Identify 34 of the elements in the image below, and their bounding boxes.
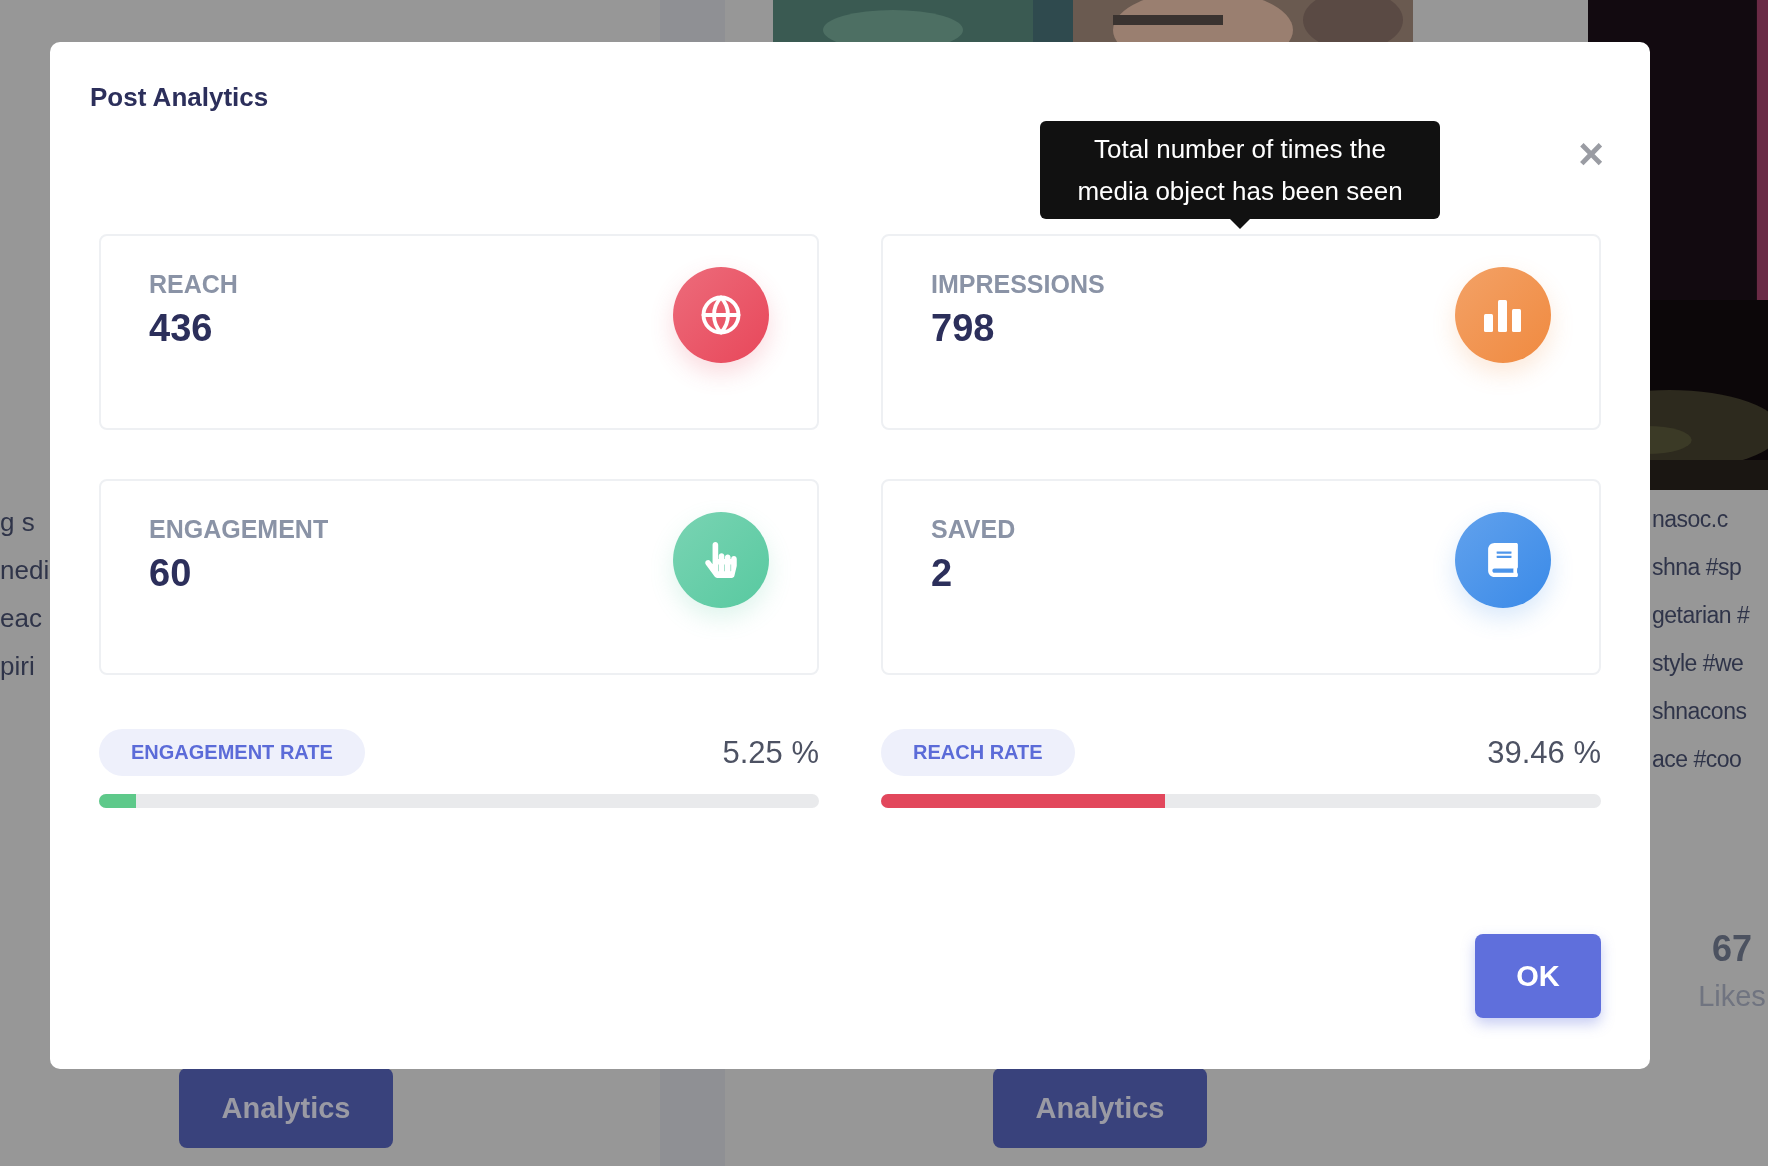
post-caption-text: eac bbox=[0, 602, 42, 635]
post-caption-text: nedi bbox=[0, 554, 50, 587]
post-caption-text: ace #coo bbox=[1652, 745, 1742, 774]
post-caption-text: nasoc.c bbox=[1652, 505, 1728, 534]
ok-button[interactable]: OK bbox=[1475, 934, 1601, 1018]
analytics-button[interactable]: Analytics bbox=[179, 1068, 393, 1148]
rate-label: ENGAGEMENT RATE bbox=[99, 729, 365, 776]
post-caption-text: piri bbox=[0, 650, 35, 683]
post-caption-text: getarian # bbox=[1652, 601, 1750, 630]
stat-value: 2 bbox=[931, 552, 954, 595]
post-caption-text: style #we bbox=[1652, 649, 1744, 678]
likes-count: 67 bbox=[1711, 928, 1752, 970]
post-caption-text: g s bbox=[0, 506, 35, 539]
stat-label: IMPRESSIONS bbox=[931, 270, 1105, 299]
post-caption-text: shna #sp bbox=[1652, 553, 1742, 582]
analytics-button[interactable]: Analytics bbox=[993, 1068, 1207, 1148]
stat-value: 798 bbox=[931, 307, 996, 350]
book-icon bbox=[1486, 543, 1520, 577]
tooltip: Total number of times the media object has been seen bbox=[1040, 121, 1440, 219]
dialog-title: Post Analytics bbox=[90, 81, 270, 114]
close-button[interactable]: × bbox=[1578, 134, 1604, 174]
post-caption-text: shnacons bbox=[1652, 697, 1747, 726]
pointing-hand-icon bbox=[703, 542, 739, 578]
rate-value: 5.25 % bbox=[722, 734, 819, 771]
rate-value: 39.46 % bbox=[1487, 734, 1601, 771]
stat-label: SAVED bbox=[931, 515, 1016, 544]
stat-label: REACH bbox=[149, 270, 238, 299]
bar-chart-icon bbox=[1482, 298, 1524, 332]
stat-value: 436 bbox=[149, 307, 214, 350]
tooltip-arrow-icon bbox=[1230, 219, 1250, 229]
rate-label: REACH RATE bbox=[881, 729, 1075, 776]
globe-icon bbox=[700, 294, 742, 336]
stat-value: 60 bbox=[149, 552, 193, 595]
stat-label: ENGAGEMENT bbox=[149, 515, 329, 544]
